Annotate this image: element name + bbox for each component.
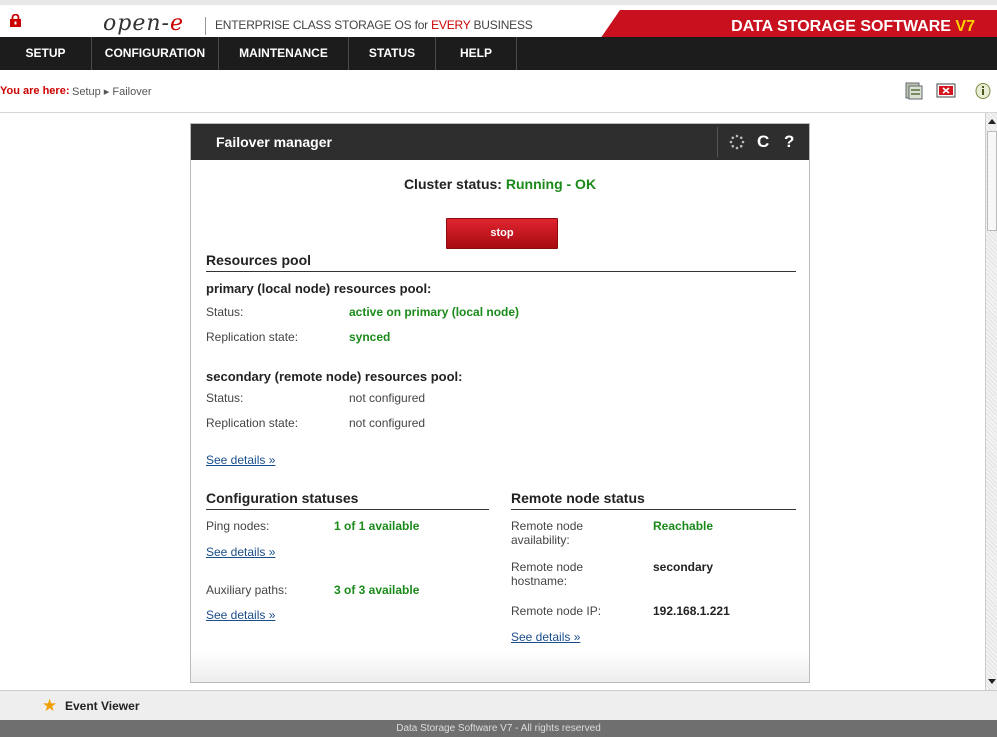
- panel-title: Failover manager: [216, 134, 332, 150]
- breadcrumb-bar: You are here: Setup ▸ Failover: [0, 70, 997, 113]
- auxiliary-paths-label: Auxiliary paths:: [206, 583, 288, 597]
- panel-header: Failover manager C ?: [191, 124, 809, 160]
- secondary-replication-label: Replication state:: [206, 416, 299, 430]
- ping-see-details-link[interactable]: See details »: [206, 545, 275, 559]
- secondary-status-value: not configured: [349, 391, 426, 405]
- remote-availability-value: Reachable: [653, 519, 714, 533]
- open-e-logo: open-e: [103, 11, 184, 36]
- event-viewer-label[interactable]: Event Viewer: [65, 699, 139, 713]
- star-icon: ★: [42, 696, 58, 715]
- remote-ip-label: Remote node IP:: [511, 604, 602, 618]
- menu-maintenance[interactable]: MAINTENANCE: [219, 37, 349, 70]
- top-header: open-e ENTERPRISE CLASS STORAGE OS for E…: [0, 0, 997, 42]
- stop-button[interactable]: stop: [446, 218, 558, 249]
- copyright-text: Data Storage Software V7 - All rights re…: [396, 723, 601, 734]
- primary-status-value: active on primary (local node): [349, 305, 520, 319]
- secondary-replication-value: not configured: [349, 416, 426, 430]
- scrollbar-thumb[interactable]: [987, 131, 997, 231]
- logout-icon[interactable]: [936, 82, 956, 100]
- scroll-down-arrow-icon[interactable]: [988, 679, 996, 684]
- menu-configuration[interactable]: CONFIGURATION: [92, 37, 219, 70]
- ping-nodes-value: 1 of 1 available: [334, 519, 420, 533]
- ping-nodes-label: Ping nodes:: [206, 519, 270, 533]
- remote-availability-label-1: Remote node: [511, 519, 584, 533]
- resources-see-details-link[interactable]: See details »: [206, 453, 275, 467]
- main-menu: SETUP CONFIGURATION MAINTENANCE STATUS H…: [0, 37, 997, 70]
- primary-replication-label: Replication state:: [206, 330, 299, 344]
- secondary-pool-title: secondary (remote node) resources pool:: [206, 369, 463, 384]
- scroll-up-arrow-icon[interactable]: [988, 119, 996, 124]
- secondary-status-label: Status:: [206, 391, 244, 405]
- info-icon[interactable]: [973, 82, 993, 100]
- auxiliary-paths-value: 3 of 3 available: [334, 583, 420, 597]
- menu-status[interactable]: STATUS: [349, 37, 436, 70]
- configuration-statuses-title: Configuration statuses: [206, 490, 489, 510]
- tagline: ENTERPRISE CLASS STORAGE OS for EVERY BU…: [215, 18, 533, 32]
- resources-pool-title: Resources pool: [206, 252, 796, 272]
- vertical-scrollbar[interactable]: [985, 113, 997, 690]
- auxiliary-see-details-link[interactable]: See details »: [206, 608, 275, 622]
- remote-node-status-title: Remote node status: [511, 490, 796, 510]
- refresh-icon[interactable]: C: [757, 132, 769, 152]
- remote-hostname-label-1: Remote node: [511, 560, 584, 574]
- remote-hostname-value: secondary: [653, 560, 714, 574]
- remote-see-details-link[interactable]: See details »: [511, 630, 580, 644]
- tagline-divider: [205, 17, 206, 35]
- page-footer: Data Storage Software V7 - All rights re…: [0, 720, 997, 737]
- remote-ip-value: 192.168.1.221: [653, 604, 730, 618]
- remote-hostname-label-2: hostname:: [511, 574, 568, 588]
- brand-title: DATA STORAGE SOFTWARE V7: [731, 18, 975, 35]
- primary-pool-title: primary (local node) resources pool:: [206, 281, 432, 296]
- loading-spinner-icon: [729, 134, 745, 150]
- failover-manager-panel: Failover manager C ? Cluster status: Run…: [190, 123, 810, 683]
- header-divider: [717, 127, 718, 157]
- breadcrumb-label: You are here:: [0, 85, 70, 97]
- cluster-status: Cluster status: Running - OK: [403, 176, 597, 192]
- menu-setup[interactable]: SETUP: [0, 37, 92, 70]
- content-area: Failover manager C ? Cluster status: Run…: [0, 113, 985, 690]
- storage-report-icon[interactable]: [904, 82, 924, 100]
- primary-status-label: Status:: [206, 305, 244, 319]
- help-icon[interactable]: ?: [784, 132, 794, 152]
- primary-replication-value: synced: [349, 330, 391, 344]
- panel-footer: [191, 652, 809, 682]
- lock-icon: [10, 14, 21, 27]
- remote-availability-label-2: availability:: [511, 533, 570, 547]
- menu-help[interactable]: HELP: [436, 37, 517, 70]
- event-viewer-bar[interactable]: ★ Event Viewer: [0, 690, 997, 720]
- breadcrumb[interactable]: Setup ▸ Failover: [72, 85, 152, 98]
